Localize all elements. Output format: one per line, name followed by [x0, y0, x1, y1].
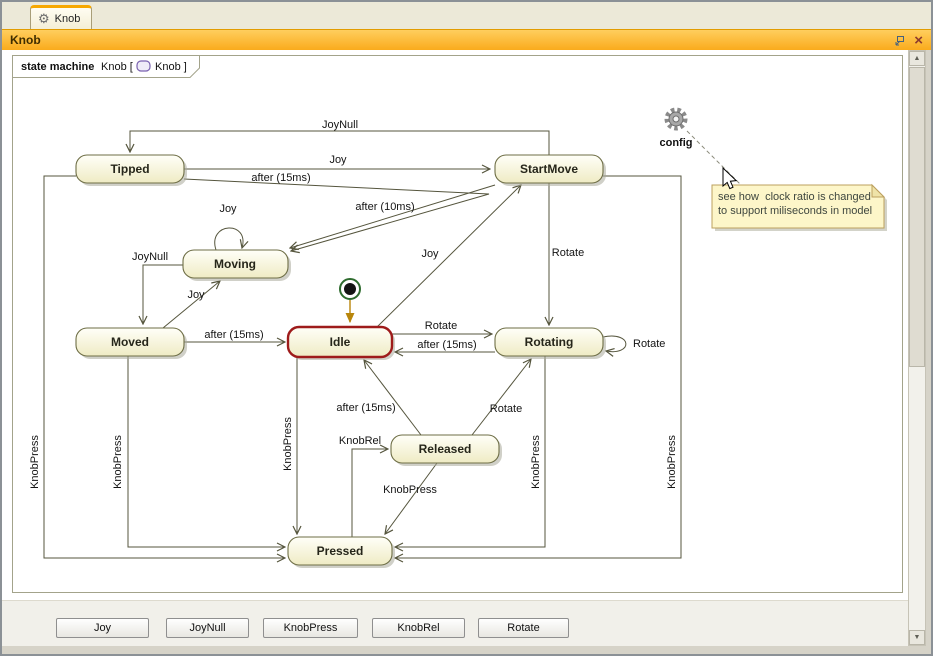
- state-startmove[interactable]: StartMove: [495, 155, 606, 186]
- transition-label: Rotate: [552, 247, 584, 259]
- scrollbar-thumb[interactable]: [909, 67, 925, 367]
- state-label: Pressed: [317, 544, 364, 558]
- diagram-canvas[interactable]: state machine Knob [ Knob ] JoyNull Joy …: [2, 50, 908, 600]
- state-label: Released: [419, 442, 472, 456]
- transition-label: Joy: [421, 248, 439, 260]
- transition-startmove-rotating-rotate[interactable]: Rotate: [549, 183, 584, 325]
- state-moved[interactable]: Moved: [76, 328, 187, 359]
- state-rotating[interactable]: Rotating: [495, 328, 606, 359]
- gear-icon: ⚙: [38, 12, 50, 25]
- transition-label: KnobPress: [530, 435, 542, 489]
- transition-startmove-tipped-joynull[interactable]: JoyNull: [130, 119, 549, 155]
- transition-startmove-moving-after10[interactable]: after (10ms): [290, 185, 495, 248]
- sim-button-knobrel[interactable]: KnobRel: [372, 618, 465, 638]
- scroll-up-icon[interactable]: ▲: [909, 51, 925, 66]
- transition-released-rotating-rotate[interactable]: Rotate: [472, 359, 531, 435]
- transition-label: Joy: [187, 289, 205, 301]
- transition-released-pressed-knobpress[interactable]: KnobPress: [383, 463, 437, 534]
- transition-label: after (15ms): [251, 172, 310, 184]
- transition-label: JoyNull: [322, 119, 358, 131]
- transition-moving-moved-joynull[interactable]: JoyNull: [132, 251, 183, 324]
- note-line2: to support miliseconds in model: [718, 205, 872, 217]
- scroll-down-icon[interactable]: ▼: [909, 630, 925, 645]
- transition-released-idle-after15[interactable]: after (15ms): [336, 360, 421, 435]
- state-label: Tipped: [110, 162, 149, 176]
- sim-button-joynull[interactable]: JoyNull: [166, 618, 249, 638]
- transition-moving-self-joy[interactable]: Joy: [215, 203, 243, 250]
- close-icon[interactable]: ×: [914, 33, 923, 48]
- diagram-titlebar: Knob ×: [2, 29, 931, 50]
- vertical-scrollbar[interactable]: ▲ ▼: [908, 50, 926, 646]
- app-window: ⚙ Knob Knob ×: [0, 0, 933, 656]
- transition-idle-rotating-rotate[interactable]: Rotate: [392, 320, 492, 334]
- diagram-title: Knob: [10, 33, 894, 47]
- comment-note[interactable]: see how clock ratio is changed to suppor…: [712, 185, 887, 231]
- transition-startmove-pressed-knobpress[interactable]: KnobPress: [395, 176, 681, 558]
- frame-name-close: Knob ]: [155, 61, 187, 73]
- state-label: Moved: [111, 335, 149, 349]
- transition-label: after (10ms): [355, 201, 414, 213]
- tab-label: Knob: [55, 13, 81, 25]
- transition-label: KnobRel: [339, 435, 381, 447]
- transition-label: after (15ms): [204, 329, 263, 341]
- sim-button-rotate[interactable]: Rotate: [478, 618, 569, 638]
- frame-kind-label: state machine: [21, 61, 94, 73]
- initial-state[interactable]: [340, 279, 360, 299]
- transition-label: KnobPress: [112, 435, 124, 489]
- transition-moved-idle-after15[interactable]: after (15ms): [184, 329, 285, 342]
- state-pressed[interactable]: Pressed: [288, 537, 395, 568]
- transition-moved-moving-joy[interactable]: Joy: [163, 281, 220, 328]
- sim-button-joy[interactable]: Joy: [56, 618, 149, 638]
- transition-label: after (15ms): [336, 402, 395, 414]
- config-gear-icon[interactable]: config: [660, 110, 693, 149]
- transition-tipped-startmove-joy[interactable]: Joy: [184, 154, 490, 169]
- state-label: StartMove: [520, 162, 578, 176]
- state-label: Idle: [330, 335, 351, 349]
- transition-idle-pressed-knobpress[interactable]: KnobPress: [282, 357, 297, 534]
- state-idle-active[interactable]: Idle: [288, 327, 395, 360]
- config-label: config: [660, 137, 693, 149]
- state-machine-diagram: state machine Knob [ Knob ] JoyNull Joy …: [2, 50, 908, 600]
- float-window-icon[interactable]: [894, 35, 905, 46]
- state-released[interactable]: Released: [391, 435, 502, 466]
- state-tipped[interactable]: Tipped: [76, 155, 187, 186]
- simulation-panel: Joy JoyNull KnobPress KnobRel Rotate: [2, 600, 908, 646]
- transition-label: KnobPress: [666, 435, 678, 489]
- transition-label: Rotate: [490, 403, 522, 415]
- transition-rotating-idle-after15[interactable]: after (15ms): [395, 339, 495, 352]
- transition-label: Rotate: [633, 338, 665, 350]
- transition-label: JoyNull: [132, 251, 168, 263]
- transition-label: KnobPress: [383, 484, 437, 496]
- transition-rotating-self-rotate[interactable]: Rotate: [603, 336, 665, 352]
- frame-name-open: Knob [: [101, 61, 133, 73]
- state-moving[interactable]: Moving: [183, 250, 291, 281]
- state-label: Moving: [214, 257, 256, 271]
- state-machine-icon: [137, 61, 150, 71]
- tab-knob[interactable]: ⚙ Knob: [30, 5, 92, 29]
- transition-label: KnobPress: [282, 417, 294, 471]
- transition-label: Rotate: [425, 320, 457, 332]
- note-line1: see how clock ratio is changed: [718, 191, 871, 203]
- transition-pressed-released-knobrel[interactable]: KnobRel: [339, 435, 388, 537]
- transition-tipped-pressed-knobpress[interactable]: KnobPress: [29, 176, 285, 558]
- sim-button-knobpress[interactable]: KnobPress: [263, 618, 358, 638]
- transition-label: Joy: [219, 203, 237, 215]
- transition-label: Joy: [329, 154, 347, 166]
- state-label: Rotating: [525, 335, 574, 349]
- tab-bar: ⚙ Knob: [2, 2, 931, 29]
- diagram-frame: state machine Knob [ Knob ]: [13, 56, 903, 593]
- transition-label: after (15ms): [417, 339, 476, 351]
- transition-moved-pressed-knobpress[interactable]: KnobPress: [112, 356, 285, 547]
- transition-label: KnobPress: [29, 435, 41, 489]
